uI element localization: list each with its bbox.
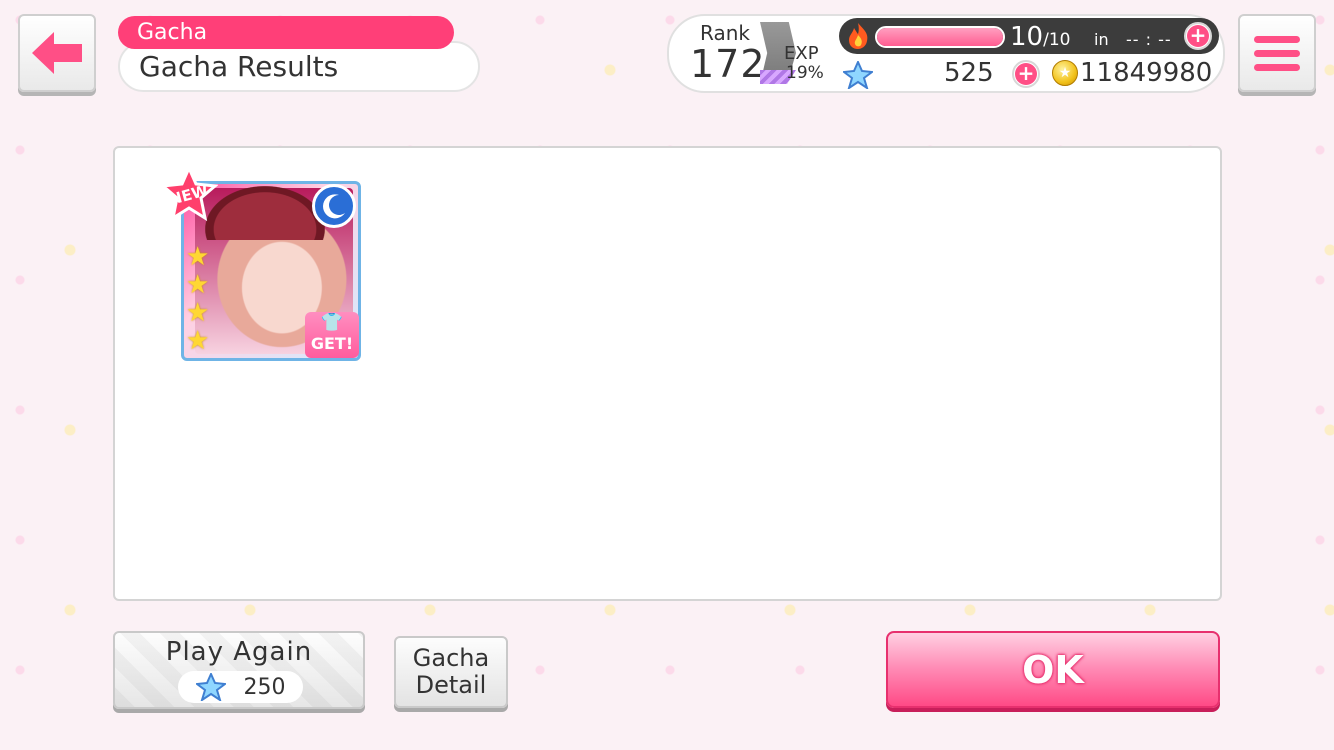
rarity-star-icon: ★ — [186, 298, 210, 328]
exp-label: EXP — [784, 43, 819, 64]
coin-count: 11849980 — [1080, 58, 1213, 88]
back-button[interactable] — [18, 14, 96, 92]
menu-icon-bar — [1254, 49, 1300, 57]
rarity-stars: ★ ★ ★ ★ — [186, 244, 209, 354]
add-stamina-button[interactable]: + — [1184, 22, 1212, 50]
moon-icon — [312, 184, 356, 228]
stamina-gauge-fill — [877, 28, 1003, 46]
menu-icon — [1254, 35, 1300, 43]
play-again-cost: 250 — [178, 671, 303, 703]
star-gem-count: 525 — [944, 58, 994, 88]
exp-value: 19% — [786, 63, 824, 83]
get-badge: 👕 GET! — [305, 312, 359, 358]
breadcrumb: Gacha — [118, 16, 454, 49]
star-gem-icon — [843, 61, 873, 89]
plus-icon: + — [1187, 25, 1209, 47]
stamina-gauge — [875, 26, 1005, 48]
stamina-count: 10/10 — [1010, 22, 1070, 52]
menu-button[interactable] — [1238, 14, 1316, 92]
card-portrait-hat — [205, 186, 325, 240]
stamina-max: /10 — [1043, 30, 1071, 50]
rarity-star-icon: ★ — [186, 242, 210, 272]
play-again-label: Play Again — [165, 637, 313, 667]
play-again-cost-value: 250 — [243, 674, 286, 700]
ok-button[interactable]: OK — [886, 631, 1220, 708]
menu-icon-bar — [1254, 63, 1300, 71]
get-badge-label: GET! — [310, 334, 354, 353]
stamina-current: 10 — [1010, 22, 1044, 52]
star-gem-icon — [195, 673, 226, 701]
shirt-icon: 👕 — [320, 312, 344, 333]
ok-label: OK — [1022, 647, 1084, 692]
plus-icon: + — [1015, 63, 1037, 85]
gacha-detail-label-line2: Detail — [415, 671, 487, 699]
flame-icon — [849, 23, 868, 49]
coin-icon: ★ — [1052, 60, 1078, 86]
gacha-detail-button[interactable]: Gacha Detail — [394, 636, 508, 708]
new-badge: NEW — [160, 166, 218, 222]
stamina-in-label: in — [1094, 30, 1109, 49]
play-again-button[interactable]: Play Again 250 — [113, 631, 365, 709]
back-arrow-icon — [32, 32, 82, 74]
stamina-timer: -- : -- — [1126, 30, 1172, 49]
gacha-detail-label-line1: Gacha — [412, 644, 490, 672]
rarity-star-icon: ★ — [186, 326, 210, 356]
buy-star-gems-button[interactable]: + — [1012, 60, 1040, 88]
rarity-star-icon: ★ — [186, 270, 210, 300]
rank-value: 172 — [690, 42, 766, 86]
